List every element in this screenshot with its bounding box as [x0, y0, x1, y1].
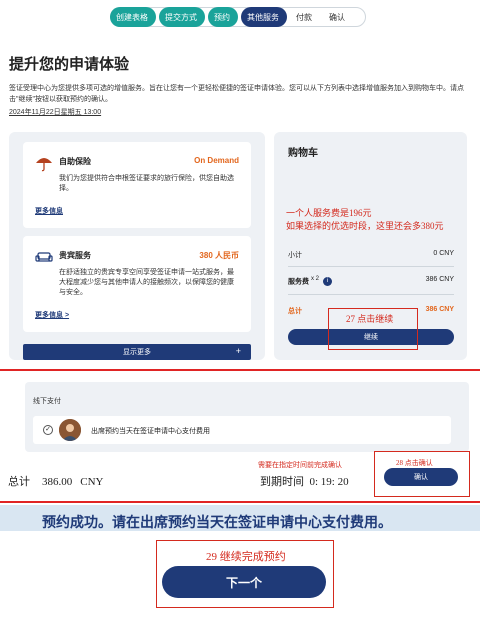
payment-panel: 线下支付 ✓ 出席预约当天在签证申请中心支付费用 — [25, 382, 469, 452]
due-time: 到期时间 0: 19: 20 — [260, 473, 349, 489]
show-more-label: 显示更多 — [123, 349, 151, 356]
fee-quantity: x 2 — [311, 276, 320, 282]
progress-stepper: 创建表格 提交方式 预约 其他服务 付款 确认 — [110, 7, 356, 27]
services-panel: 自助保险 On Demand 我们为您提供符合申根签证要求的旅行保险，供您自助选… — [9, 132, 265, 360]
payment-method-label: 线下支付 — [33, 398, 61, 405]
appointment-datetime: 2024年11月22日星期五 13:00 — [9, 109, 102, 116]
more-info-link[interactable]: 更多信息 — [35, 206, 63, 216]
service-description: 在舒适独立的贵宾专享空间享受签证申请一站式服务，最大程度减少您与其他申请人的接触… — [59, 269, 234, 296]
step-submit-method: 提交方式 — [159, 7, 205, 27]
separator-line — [0, 501, 480, 503]
service-card-insurance[interactable]: 自助保险 On Demand 我们为您提供符合申根签证要求的旅行保险，供您自助选… — [23, 142, 251, 228]
divider — [288, 266, 454, 267]
annotation-line: 如果选择的优选时段，这里还会多380元 — [286, 221, 444, 231]
service-name: 自助保险 — [59, 157, 91, 166]
show-more-button[interactable]: 显示更多 + — [23, 344, 251, 360]
payment-total: 总计 386.00 CNY — [8, 473, 103, 489]
total-value: 386 CNY — [425, 306, 454, 313]
subtotal-label: 小计 — [288, 252, 302, 259]
divider — [288, 294, 454, 295]
payment-option-text: 出席预约当天在签证申请中心支付费用 — [91, 428, 210, 435]
step-appointment: 预约 — [208, 7, 238, 27]
total-label: 总计 — [288, 308, 302, 315]
cart-fee-row: 服务费 x 2i 386 CNY — [288, 276, 454, 286]
step-confirm: 确认 — [329, 12, 345, 22]
intro-text: 签证受理中心为您提供多项可选的增值服务。旨在让您有一个更轻松便捷的签证申请体验。… — [9, 85, 464, 103]
umbrella-icon — [35, 154, 53, 172]
separator-line — [0, 369, 480, 371]
step-other-services: 其他服务 — [241, 7, 287, 27]
annotation-need-confirm: 需要在指定时间前完成确认 — [258, 461, 342, 469]
sofa-icon — [35, 248, 53, 266]
service-name: 贵宾服务 — [59, 251, 91, 260]
confirm-button[interactable]: 确认 — [384, 468, 458, 486]
step-payment: 付款 — [296, 12, 312, 22]
check-icon: ✓ — [43, 425, 53, 435]
more-info-link[interactable]: 更多信息 > — [35, 310, 69, 320]
next-button[interactable]: 下一个 — [162, 566, 326, 598]
plus-icon: + — [235, 346, 241, 356]
payment-total-amount: 386.00 — [42, 476, 73, 488]
payment-total-currency: CNY — [80, 476, 104, 488]
cart-subtotal-row: 小计 0 CNY — [288, 250, 454, 260]
success-message: 预约成功。请在出席预约当天在签证申请中心支付费用。 — [42, 514, 392, 530]
due-time-label: 到期时间 — [260, 476, 304, 488]
page-title: 提升您的申请体验 — [9, 56, 130, 73]
info-icon[interactable]: i — [323, 276, 333, 286]
due-time-countdown: 0: 19: 20 — [309, 476, 349, 488]
payment-option-offline[interactable]: ✓ 出席预约当天在签证申请中心支付费用 — [33, 416, 451, 444]
annotation-fee-note: 一个人服务费是196元 如果选择的优选时段，这里还会多380元 — [286, 207, 444, 233]
service-card-vip[interactable]: 贵宾服务 380 人民币 在舒适独立的贵宾专享空间享受签证申请一站式服务，最大程… — [23, 236, 251, 332]
service-price: On Demand — [194, 156, 239, 165]
annotation-line: 一个人服务费是196元 — [286, 208, 372, 218]
fee-value: 386 CNY — [425, 276, 454, 283]
fee-label: 服务费 — [288, 278, 309, 286]
service-price: 380 人民币 — [199, 251, 239, 260]
staff-avatar — [59, 419, 81, 441]
subtotal-value: 0 CNY — [433, 250, 454, 257]
payment-total-label: 总计 — [8, 476, 30, 488]
annotation-box — [328, 308, 418, 350]
step-create-form: 创建表格 — [110, 7, 156, 27]
service-description: 我们为您提供符合申根签证要求的旅行保险，供您自助选择。 — [59, 175, 234, 192]
cart-title: 购物车 — [288, 148, 318, 159]
